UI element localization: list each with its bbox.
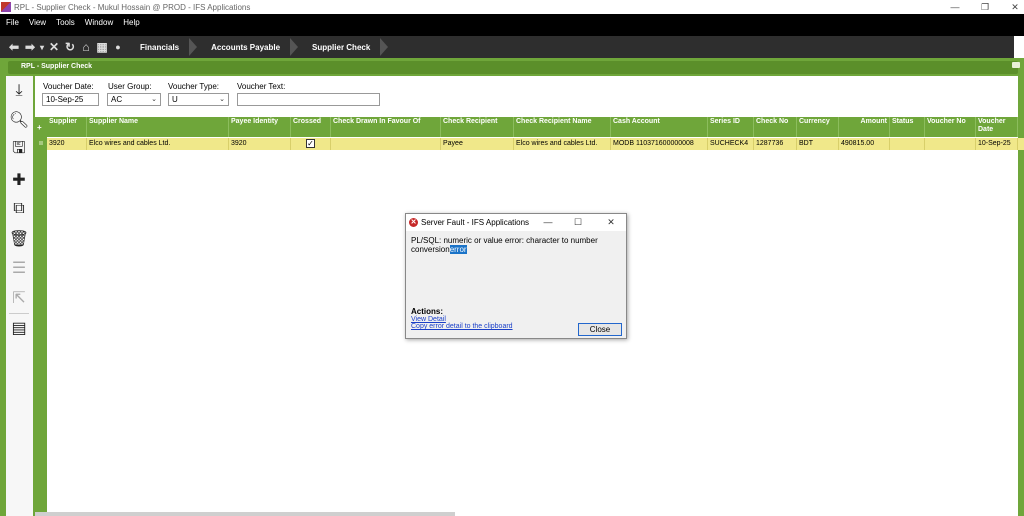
navigation-bar: ⬅ ➡ ▾ ✕ ↻ ⌂ ▦ ● Financials Accounts Paya… bbox=[0, 36, 1024, 58]
ifs-window: RPL - Supplier Check - Mukul Hossain @ P… bbox=[0, 0, 1024, 516]
cell-status[interactable] bbox=[890, 138, 925, 150]
refresh-icon[interactable]: ↻ bbox=[62, 40, 78, 54]
cell-check-drawn[interactable] bbox=[331, 138, 441, 150]
col-crossed[interactable]: Crossed bbox=[291, 117, 331, 137]
breadcrumb-accounts-payable[interactable]: Accounts Payable bbox=[197, 36, 298, 58]
menu-tools[interactable]: Tools bbox=[56, 18, 75, 27]
breadcrumb-supplier-check[interactable]: Supplier Check bbox=[298, 36, 389, 58]
cell-voucher-date[interactable]: 10-Sep-25 bbox=[976, 138, 1018, 150]
cell-series-id[interactable]: SUCHECK4 bbox=[708, 138, 754, 150]
cell-voucher-no[interactable] bbox=[925, 138, 976, 150]
voucher-date-label: Voucher Date: bbox=[43, 82, 94, 91]
title-bar: RPL - Supplier Check - Mukul Hossain @ P… bbox=[0, 0, 1024, 14]
expand-icon[interactable]: ⇱ bbox=[8, 288, 30, 308]
cell-check-recipient[interactable]: Payee bbox=[441, 138, 514, 150]
dialog-title: Server Fault - IFS Applications bbox=[421, 218, 530, 227]
form-options-icon[interactable] bbox=[1012, 62, 1020, 68]
restore-button[interactable]: ❐ bbox=[970, 0, 1000, 14]
col-supplier[interactable]: Supplier bbox=[47, 117, 87, 137]
col-amount[interactable]: Amount bbox=[839, 117, 890, 137]
delete-icon[interactable]: 🗑︎ bbox=[8, 229, 30, 249]
cell-cash-account[interactable]: MODB 110371600000008 bbox=[611, 138, 708, 150]
sidebar-divider bbox=[9, 313, 29, 314]
actions-label: Actions: bbox=[411, 307, 443, 316]
voucher-type-value: U bbox=[172, 95, 178, 104]
voucher-date-field[interactable]: 10-Sep-25 bbox=[42, 93, 99, 106]
list-icon[interactable]: ☰ bbox=[8, 258, 30, 278]
error-message-selection: error bbox=[449, 245, 467, 254]
col-series-id[interactable]: Series ID bbox=[708, 117, 754, 137]
dialog-title-bar: ✕ Server Fault - IFS Applications — ☐ ✕ bbox=[406, 214, 626, 231]
menu-bar: File View Tools Window Help bbox=[0, 14, 1024, 30]
col-payee-identity[interactable]: Payee Identity bbox=[229, 117, 291, 137]
col-voucher-no[interactable]: Voucher No bbox=[925, 117, 976, 137]
dialog-maximize-button[interactable]: ☐ bbox=[569, 216, 587, 229]
bullet-icon: ● bbox=[115, 42, 121, 52]
error-icon: ✕ bbox=[409, 218, 418, 227]
col-status[interactable]: Status bbox=[890, 117, 925, 137]
col-check-recipient-name[interactable]: Check Recipient Name bbox=[514, 117, 611, 137]
form-tab bbox=[8, 61, 1018, 74]
cell-supplier[interactable]: 3920 bbox=[47, 138, 87, 150]
col-check-drawn[interactable]: Check Drawn In Favour Of bbox=[331, 117, 441, 137]
forward-arrow-icon[interactable]: ➡ bbox=[22, 40, 38, 54]
chevron-down-icon: ⌄ bbox=[219, 96, 225, 103]
app-icon bbox=[1, 2, 11, 12]
col-check-no[interactable]: Check No bbox=[754, 117, 797, 137]
col-voucher-date[interactable]: Voucher Date bbox=[976, 117, 1018, 137]
user-group-select[interactable]: AC ⌄ bbox=[107, 93, 161, 106]
dialog-close-x-button[interactable]: ✕ bbox=[602, 216, 620, 229]
cell-amount[interactable]: 490815.00 bbox=[839, 138, 890, 150]
col-currency[interactable]: Currency bbox=[797, 117, 839, 137]
error-message-text: PL/SQL: numeric or value error: characte… bbox=[411, 236, 598, 254]
user-group-value: AC bbox=[111, 95, 123, 104]
crossed-checkbox[interactable]: ✓ bbox=[306, 139, 315, 148]
voucher-text-label: Voucher Text: bbox=[237, 82, 286, 91]
col-check-recipient[interactable]: Check Recipient bbox=[441, 117, 514, 137]
duplicate-icon[interactable]: ⧉ bbox=[8, 199, 30, 219]
search-icon[interactable]: 🔍︎ bbox=[8, 110, 30, 130]
voucher-type-label: Voucher Type: bbox=[168, 82, 219, 91]
dialog-minimize-button[interactable]: — bbox=[539, 216, 557, 229]
row-gutter bbox=[35, 117, 47, 516]
voucher-type-select[interactable]: U ⌄ bbox=[168, 93, 229, 106]
col-supplier-name[interactable]: Supplier Name bbox=[87, 117, 229, 137]
cell-currency[interactable]: BDT bbox=[797, 138, 839, 150]
cell-check-no[interactable]: 1287736 bbox=[754, 138, 797, 150]
chevron-down-icon: ⌄ bbox=[151, 96, 157, 103]
save-icon[interactable]: 🖫 bbox=[8, 140, 30, 160]
server-fault-dialog: ✕ Server Fault - IFS Applications — ☐ ✕ … bbox=[405, 213, 627, 339]
menu-window[interactable]: Window bbox=[85, 18, 113, 27]
cancel-x-icon[interactable]: ✕ bbox=[46, 40, 62, 54]
horizontal-scrollbar[interactable] bbox=[35, 512, 455, 516]
view-detail-link[interactable]: View Detail bbox=[411, 316, 446, 323]
history-dropdown-icon[interactable]: ▾ bbox=[38, 43, 46, 52]
menu-view[interactable]: View bbox=[29, 18, 46, 27]
close-button[interactable]: Close bbox=[578, 323, 622, 336]
close-window-button[interactable]: ✕ bbox=[1000, 0, 1024, 14]
minimize-button[interactable]: — bbox=[940, 0, 970, 14]
home-icon[interactable]: ⌂ bbox=[78, 40, 94, 54]
voucher-text-field[interactable] bbox=[237, 93, 380, 106]
menu-help[interactable]: Help bbox=[123, 18, 139, 27]
row-selector-icon[interactable] bbox=[39, 141, 43, 145]
cell-payee-identity[interactable]: 3920 bbox=[229, 138, 291, 150]
window-title: RPL - Supplier Check - Mukul Hossain @ P… bbox=[14, 2, 251, 12]
copy-error-link[interactable]: Copy error detail to the clipboard bbox=[411, 323, 513, 330]
user-group-label: User Group: bbox=[108, 82, 152, 91]
details-list-icon[interactable]: ▤ bbox=[8, 318, 30, 338]
back-arrow-icon[interactable]: ⬅ bbox=[6, 40, 22, 54]
grid-menu-icon[interactable]: ▦ bbox=[94, 40, 110, 54]
new-record-icon[interactable]: ✚ bbox=[8, 170, 30, 190]
add-row-icon[interactable]: + bbox=[37, 123, 42, 132]
breadcrumb-financials[interactable]: Financials bbox=[126, 36, 198, 58]
col-cash-account[interactable]: Cash Account bbox=[611, 117, 708, 137]
menu-file[interactable]: File bbox=[6, 18, 19, 27]
cell-check-recipient-name[interactable]: Elco wires and cables Ltd. bbox=[514, 138, 611, 150]
form-title: RPL - Supplier Check bbox=[21, 63, 93, 70]
error-message: PL/SQL: numeric or value error: characte… bbox=[411, 236, 611, 254]
download-icon[interactable]: ⤓ bbox=[8, 81, 30, 101]
navbar-end bbox=[1014, 36, 1024, 58]
cell-supplier-name[interactable]: Elco wires and cables Ltd. bbox=[87, 138, 229, 150]
